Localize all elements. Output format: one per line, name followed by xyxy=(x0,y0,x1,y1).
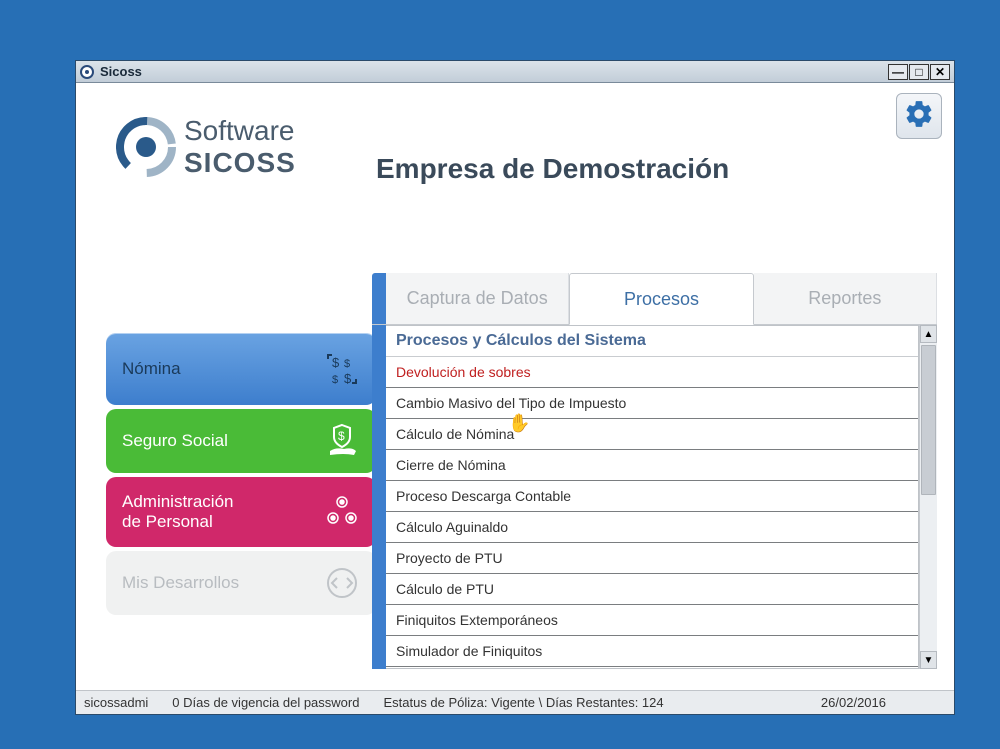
list-item[interactable]: Cálculo de Nómina xyxy=(386,419,918,450)
code-icon xyxy=(324,565,360,601)
list-accent xyxy=(372,325,386,669)
sidebar-item-label: Administración de Personal xyxy=(122,492,324,533)
tab-reportes[interactable]: Reportes xyxy=(754,273,937,324)
tab-captura-datos[interactable]: Captura de Datos xyxy=(386,273,569,324)
svg-text:$: $ xyxy=(344,358,350,370)
titlebar[interactable]: Sicoss — □ ✕ xyxy=(76,61,954,83)
sidebar-item-nomina[interactable]: Nómina $$$$ xyxy=(106,333,376,405)
sidebar-item-admin-personal[interactable]: Administración de Personal xyxy=(106,477,376,547)
list-item[interactable]: Proceso Descarga Contable xyxy=(386,481,918,512)
status-poliza: Estatus de Póliza: Vigente \ Días Restan… xyxy=(383,695,663,710)
status-user: sicossadmi xyxy=(84,695,148,710)
tab-label: Reportes xyxy=(808,288,881,309)
list-item[interactable]: Cambio Masivo del Tipo de Impuesto xyxy=(386,388,918,419)
process-list-panel: Procesos y Cálculos del Sistema Devoluci… xyxy=(372,325,937,669)
sidebar-item-seguro-social[interactable]: Seguro Social $ xyxy=(106,409,376,473)
svg-text:$: $ xyxy=(332,374,338,386)
app-icon xyxy=(80,65,94,79)
list-item[interactable]: Simulador de Finiquitos xyxy=(386,636,918,667)
content-area: Software SICOSS Empresa de Demostración … xyxy=(76,83,954,690)
logo-text-1: Software xyxy=(184,115,296,147)
company-title: Empresa de Demostración xyxy=(376,153,729,185)
sidebar-item-label: Mis Desarrollos xyxy=(122,573,324,593)
scroll-thumb[interactable] xyxy=(921,345,936,495)
people-icon xyxy=(324,494,360,530)
tab-bar: Captura de Datos Procesos Reportes xyxy=(372,273,937,325)
app-window: Sicoss — □ ✕ Software SICOSS Empresa de … xyxy=(75,60,955,715)
gear-icon xyxy=(903,98,935,135)
svg-text:$: $ xyxy=(338,429,345,443)
sidebar-item-label: Nómina xyxy=(122,359,324,379)
hand-shield-icon: $ xyxy=(324,423,360,459)
list-header: Procesos y Cálculos del Sistema xyxy=(386,326,918,357)
maximize-button[interactable]: □ xyxy=(909,64,929,80)
logo-icon xyxy=(116,117,176,177)
list-item[interactable]: Cálculo de PTU xyxy=(386,574,918,605)
svg-text:$: $ xyxy=(344,371,352,386)
svg-text:$: $ xyxy=(332,355,340,370)
close-button[interactable]: ✕ xyxy=(930,64,950,80)
tab-label: Captura de Datos xyxy=(407,288,548,309)
list-item[interactable]: Cálculo Aguinaldo xyxy=(386,512,918,543)
settings-button[interactable] xyxy=(896,93,942,139)
window-title: Sicoss xyxy=(100,64,142,79)
tab-accent xyxy=(372,273,386,324)
list-item[interactable]: Cierre de Nómina xyxy=(386,450,918,481)
dollar-exchange-icon: $$$$ xyxy=(324,351,360,387)
status-date: 26/02/2016 xyxy=(821,695,886,710)
status-password-days: 0 Días de vigencia del password xyxy=(172,695,359,710)
tab-procesos[interactable]: Procesos xyxy=(569,273,753,325)
process-list: Procesos y Cálculos del Sistema Devoluci… xyxy=(386,325,919,669)
tab-label: Procesos xyxy=(624,289,699,310)
logo-text-2: SICOSS xyxy=(184,147,296,179)
scroll-up-button[interactable]: ▲ xyxy=(920,325,937,343)
sidebar-item-mis-desarrollos[interactable]: Mis Desarrollos xyxy=(106,551,376,615)
sidebar: Nómina $$$$ Seguro Social $ Administraci… xyxy=(106,333,376,615)
list-item[interactable]: Finiquitos Extemporáneos xyxy=(386,605,918,636)
statusbar: sicossadmi 0 Días de vigencia del passwo… xyxy=(76,690,954,714)
scrollbar[interactable]: ▲ ▼ xyxy=(919,325,937,669)
scroll-down-button[interactable]: ▼ xyxy=(920,651,937,669)
sidebar-item-label: Seguro Social xyxy=(122,431,324,451)
list-item[interactable]: Proyecto de PTU xyxy=(386,543,918,574)
list-item[interactable]: Devolución de sobres xyxy=(386,357,918,388)
scroll-track[interactable] xyxy=(920,343,937,651)
logo: Software SICOSS xyxy=(116,115,296,179)
minimize-button[interactable]: — xyxy=(888,64,908,80)
